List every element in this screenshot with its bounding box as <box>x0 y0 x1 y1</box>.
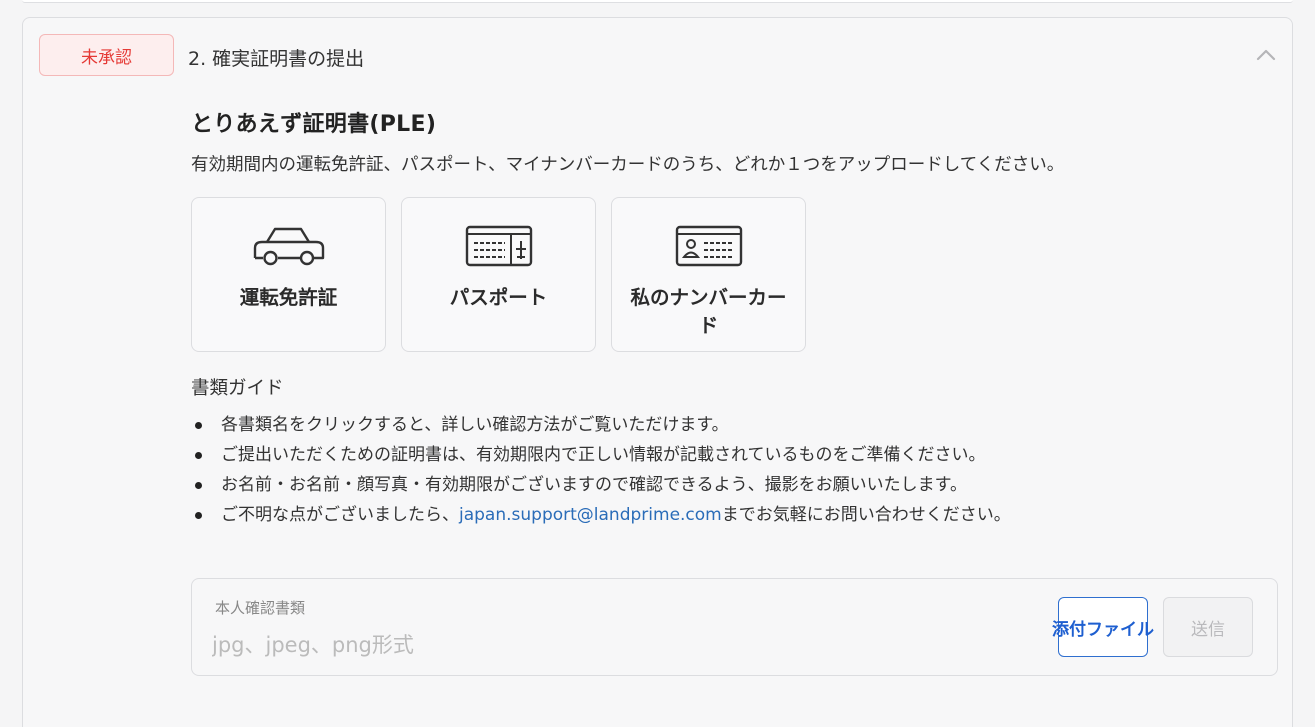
document-card-label: 私のナンバーカード <box>630 286 787 337</box>
guide-item: お名前・お名前・顔写真・有効期限がございますので確認できるよう、撮影をお願いいた… <box>191 470 1281 500</box>
document-heading: とりあえず証明書(PLE) <box>191 112 437 137</box>
section-title: 2. 確実証明書の提出 <box>188 48 365 70</box>
contact-suffix: までお気軽にお問い合わせください。 <box>721 505 1011 525</box>
document-card-my-number[interactable]: 私のナンバーカード <box>611 197 806 352</box>
support-email-link[interactable]: japan.support@landprime.com <box>459 505 722 525</box>
guide-list: 各書類名をクリックすると、詳しい確認方法がご覧いただけます。 ご提出いただくため… <box>191 410 1281 530</box>
upload-box: 本人確認書類 添付ファイル 送信 <box>191 578 1278 676</box>
section-content: とりあえず証明書(PLE) 有効期間内の運転免許証、パスポート、マイナンバーカー… <box>191 106 1281 530</box>
contact-prefix: ご不明な点がございましたら、 <box>221 505 459 525</box>
document-card-label: 運転免許証 <box>239 286 338 309</box>
passport-icon <box>465 225 532 267</box>
document-submission-panel: 未承認 2. 確実証明書の提出 とりあえず証明書(PLE) 有効期間内の運転免許… <box>22 17 1293 727</box>
chevron-up-icon[interactable] <box>1255 44 1277 66</box>
file-input[interactable] <box>212 625 1032 665</box>
guide-item: ご提出いただくための証明書は、有効期限内で正しい情報が記載されているものをご準備… <box>191 440 1281 470</box>
attach-file-button[interactable]: 添付ファイル <box>1052 597 1154 657</box>
document-card-drivers-license[interactable]: 運転免許証 <box>191 197 386 352</box>
car-icon <box>253 227 324 266</box>
status-badge: 未承認 <box>39 34 174 76</box>
document-type-cards: 運転免許証 パスポート 私のナンバーカード <box>191 197 1281 352</box>
guide-title: 書類ガイド <box>191 378 284 399</box>
guide-item: 各書類名をクリックすると、詳しい確認方法がご覧いただけます。 <box>191 410 1281 440</box>
guide-item-contact: ご不明な点がございましたら、japan.support@landprime.co… <box>191 500 1281 530</box>
document-description: 有効期間内の運転免許証、パスポート、マイナンバーカードのうち、どれか１つをアップ… <box>191 155 1065 175</box>
upload-label: 本人確認書類 <box>215 599 306 617</box>
document-card-passport[interactable]: パスポート <box>401 197 596 352</box>
document-card-label: パスポート <box>449 286 548 309</box>
previous-section-edge <box>22 0 1293 3</box>
id-card-icon <box>675 225 742 267</box>
submit-button[interactable]: 送信 <box>1163 597 1253 657</box>
